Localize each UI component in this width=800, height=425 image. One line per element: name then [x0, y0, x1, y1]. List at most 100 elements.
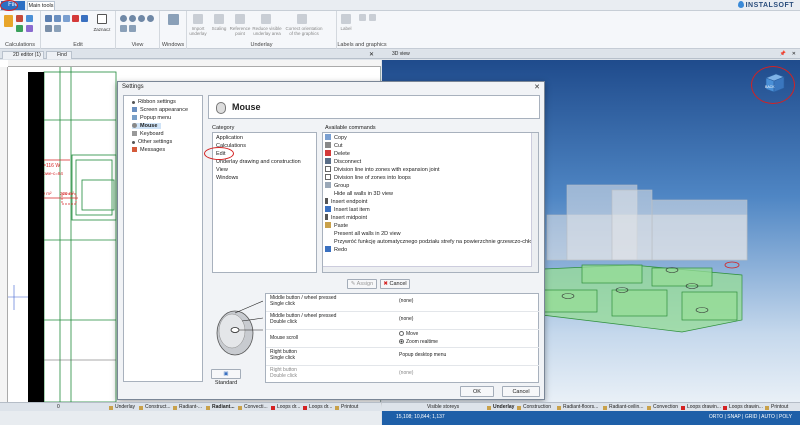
visible-storeys-label[interactable]: Visible storeys — [420, 404, 459, 411]
tree-item-ribbon-settings[interactable]: Ribbon settings — [132, 99, 176, 105]
command-item[interactable]: Present all walls in 2D view — [334, 230, 401, 238]
tree-item-popup-menu[interactable]: Popup menu — [132, 115, 171, 121]
command-item[interactable]: Insert midpoint — [325, 214, 367, 222]
cancel-button[interactable]: Cancel — [502, 386, 540, 397]
group-icon[interactable] — [45, 25, 52, 32]
command-item[interactable]: Hide all walls in 3D view — [334, 190, 393, 198]
reduce-area-label[interactable]: Reduce visible underlay area — [251, 26, 283, 36]
close-icon[interactable]: ✕ — [792, 50, 796, 59]
command-item[interactable]: Paste — [325, 222, 348, 230]
tree-item-keyboard[interactable]: Keyboard — [132, 131, 164, 137]
radio-zoom-realtime[interactable]: Zoom realtime — [399, 339, 438, 345]
zoom-all-icon[interactable] — [147, 15, 154, 22]
layer-tab[interactable]: Construct... — [138, 404, 171, 411]
tree-item-messages[interactable]: Messages — [132, 147, 165, 153]
binding-row[interactable]: Right button Single click Popup desktop … — [266, 348, 539, 366]
assign-button[interactable]: ✎ Assign — [347, 279, 377, 289]
pin-icon[interactable]: 📌 — [780, 50, 786, 59]
redraw-icon[interactable] — [129, 25, 136, 32]
delete-icon[interactable] — [72, 15, 79, 22]
reference-point-icon[interactable] — [235, 14, 245, 24]
tree-item-other-settings[interactable]: Other settings — [132, 139, 172, 145]
radio-move[interactable]: Move — [399, 331, 418, 337]
category-item[interactable]: View — [216, 167, 228, 173]
zoom-in-icon[interactable] — [120, 15, 127, 22]
command-item[interactable]: Insert last item — [325, 206, 370, 214]
ungroup-icon[interactable] — [54, 25, 61, 32]
command-item[interactable]: Redo — [325, 246, 347, 254]
check-icon[interactable] — [16, 25, 23, 32]
close-icon[interactable]: ✕ — [534, 83, 540, 91]
command-item[interactable]: Cut — [325, 142, 343, 150]
tree-item-mouse[interactable]: Mouse — [132, 123, 162, 129]
command-item[interactable]: Disconnect — [325, 158, 361, 166]
line-icon[interactable] — [369, 14, 376, 21]
layer-tab[interactable]: Loops drawin... — [722, 404, 763, 411]
category-item[interactable]: Underlay drawing and construction — [216, 159, 301, 165]
close-icon[interactable]: ✕ — [369, 51, 374, 58]
undo-icon[interactable] — [81, 15, 88, 22]
tree-item-screen-appearance[interactable]: Screen appearance — [132, 107, 188, 113]
layer-tab[interactable]: Convecti... — [237, 404, 268, 411]
layer-tab[interactable]: Underlay — [486, 404, 514, 411]
paste-icon[interactable] — [45, 15, 52, 22]
tab-find[interactable]: Find — [46, 51, 72, 59]
label-icon[interactable] — [341, 14, 351, 24]
commands-hscrollbar[interactable] — [323, 266, 532, 272]
orientation-label[interactable]: Correct orientation of the graphics — [283, 26, 325, 36]
layer-tab[interactable]: Printout — [764, 404, 788, 411]
pan-icon[interactable] — [120, 25, 127, 32]
label-button-label[interactable]: Label — [337, 26, 355, 31]
scaling-label[interactable]: Scaling — [209, 26, 229, 31]
zoom-out-icon[interactable] — [129, 15, 136, 22]
tab-3d-view[interactable]: 3D view 📌 ✕ — [382, 50, 800, 59]
layer-tab[interactable]: Loops drawin... — [680, 404, 721, 411]
copy-icon[interactable] — [54, 15, 61, 22]
binding-row[interactable]: Right button Double click (none) — [266, 366, 539, 384]
mode-toggles[interactable]: ORTO | SNAP | GRID | AUTO | POLY — [709, 414, 792, 420]
command-item[interactable]: Insert endpoint — [325, 198, 367, 206]
layer-tab[interactable]: Printout — [334, 404, 358, 411]
table-icon[interactable] — [26, 15, 33, 22]
layer-tab[interactable]: Convection — [646, 404, 678, 411]
layer-tab[interactable]: Construction — [516, 404, 551, 411]
tab-2d-editor[interactable]: 2D editor (1) — [2, 51, 44, 59]
layer-tab[interactable]: Loops dr... — [302, 404, 332, 411]
layer-tab[interactable]: Radiant-ceilin... — [602, 404, 643, 411]
text-icon[interactable] — [359, 14, 366, 21]
windows-icon[interactable] — [168, 14, 179, 25]
binding-row[interactable]: Middle button / wheel pressed Single cli… — [266, 294, 539, 312]
layer-tab[interactable]: Radiant-floors... — [556, 404, 598, 411]
command-item[interactable]: Przywróć funkcję automatycznego podziału… — [334, 238, 538, 246]
zoom-window-icon[interactable] — [138, 15, 145, 22]
command-item[interactable]: Copy — [325, 134, 347, 142]
reference-point-label[interactable]: Reference point — [229, 26, 251, 36]
orientation-icon[interactable] — [297, 14, 307, 24]
binding-row[interactable]: Mouse scroll Move Zoom realtime — [266, 330, 539, 348]
scaling-icon[interactable] — [214, 14, 224, 24]
main-tools-tab[interactable]: Main tools — [27, 1, 55, 10]
command-item[interactable]: Division line of zones into loops — [325, 174, 411, 182]
layer-tab[interactable]: Loops dr... — [270, 404, 300, 411]
command-item[interactable]: Delete — [325, 150, 350, 158]
ok-button[interactable]: OK — [460, 386, 494, 397]
layer-tab[interactable]: Underlay — [108, 404, 135, 411]
calc-icon[interactable] — [4, 15, 13, 27]
standard-button[interactable]: ▣ Standard — [211, 369, 241, 386]
cut-icon[interactable] — [63, 15, 70, 22]
layer-tab[interactable]: Radiant-... — [172, 404, 202, 411]
report-icon[interactable] — [16, 15, 23, 22]
binding-row[interactable]: Middle button / wheel pressed Double cli… — [266, 312, 539, 330]
category-item[interactable]: Windows — [216, 175, 238, 181]
grid-icon[interactable] — [26, 25, 33, 32]
commands-scrollbar[interactable] — [531, 133, 538, 272]
command-item[interactable]: Division line into zones with expansion … — [325, 166, 439, 174]
cancel-assign-button[interactable]: ✖ Cancel — [380, 279, 410, 289]
layer-tab[interactable]: Radiant... — [205, 404, 235, 411]
category-item[interactable]: Application — [216, 135, 243, 141]
import-underlay-label[interactable]: Import underlay — [187, 26, 209, 36]
import-underlay-icon[interactable] — [193, 14, 203, 24]
reduce-area-icon[interactable] — [261, 14, 271, 24]
select-icon[interactable] — [97, 14, 107, 24]
command-item[interactable]: Group — [325, 182, 349, 190]
